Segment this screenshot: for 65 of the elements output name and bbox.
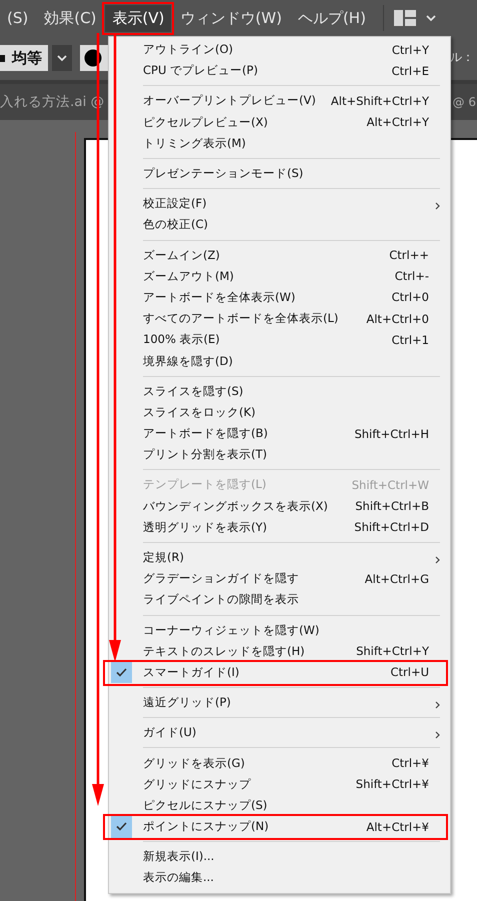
shortcut-label: Alt+Ctrl+¥ xyxy=(366,820,429,834)
menu-item[interactable]: スライスを隠す(S) xyxy=(143,384,429,399)
shortcut-label: Ctrl+¥ xyxy=(392,756,429,770)
menu-item[interactable]: ガイド(U) xyxy=(143,725,429,740)
menu-item[interactable]: グリッドを表示(G) xyxy=(143,756,392,771)
menu-item[interactable]: 校正設定(F) xyxy=(143,196,429,212)
shortcut-label: Ctrl++ xyxy=(389,248,429,262)
menu-item[interactable]: グリッドにスナップ xyxy=(143,776,356,792)
shortcut-label: Ctrl+- xyxy=(394,269,429,284)
menu-title[interactable]: ヘルプ(H) xyxy=(290,4,373,32)
menu-item[interactable]: 境界線を隠す(D) xyxy=(143,354,429,369)
menu-title[interactable]: 効果(C) xyxy=(37,4,104,32)
control-label: ル： xyxy=(450,49,474,66)
menu-item[interactable]: 定規(R) xyxy=(143,550,429,566)
menu-item[interactable]: ポイントにスナップ(N) xyxy=(143,819,366,834)
shortcut-label: Alt+Shift+Ctrl+Y xyxy=(330,94,429,108)
menu-title[interactable]: 表示(V) xyxy=(105,4,172,32)
shortcut-label: Alt+Ctrl+Y xyxy=(366,115,429,130)
menu-item[interactable]: 100% 表示(E) xyxy=(143,332,392,348)
menu-item[interactable]: アートボードを隠す(B) xyxy=(143,426,354,442)
menu-item[interactable]: ズームイン(Z) xyxy=(143,248,390,263)
menu-item[interactable]: 遠近グリッド(P) xyxy=(143,695,429,710)
menu-item[interactable]: 新規表示(I)... xyxy=(143,849,429,864)
menu-item[interactable]: プレゼンテーションモード(S) xyxy=(143,166,429,182)
shortcut-label: Shift+Ctrl+B xyxy=(355,499,429,514)
menu-item[interactable]: スマートガイド(I) xyxy=(143,664,390,680)
menu-item[interactable]: すべてのアートボードを全体表示(L) xyxy=(143,311,366,326)
menu-item[interactable]: トリミング表示(M) xyxy=(143,136,429,151)
menu-item[interactable]: テキストのスレッドを隠す(H) xyxy=(143,644,356,659)
shortcut-label: Shift+Ctrl+W xyxy=(352,478,429,492)
menu-item[interactable]: プリント分割を表示(T) xyxy=(143,447,429,462)
menu-item[interactable]: バウンディングボックスを表示(X) xyxy=(143,498,356,514)
document-tab[interactable]: @ 6 xyxy=(452,95,476,109)
shortcut-label: Shift+Ctrl+D xyxy=(354,520,429,534)
shortcut-label: Shift+Ctrl+Y xyxy=(356,644,429,658)
shortcut-label: Ctrl+E xyxy=(392,64,429,78)
menu-item[interactable]: 表示の編集... xyxy=(143,870,429,886)
chevron-down-icon[interactable] xyxy=(57,54,67,62)
menu-item[interactable]: グラデーションガイドを隠す xyxy=(143,571,365,586)
shortcut-label: Shift+Ctrl+H xyxy=(354,426,429,441)
menu-item[interactable]: ライブペイントの隙間を表示 xyxy=(143,592,429,608)
menu-item[interactable]: ズームアウト(M) xyxy=(143,268,395,284)
shortcut-label: Alt+Ctrl+G xyxy=(364,572,429,586)
shortcut-label: Ctrl+Y xyxy=(392,42,429,57)
menu-item[interactable]: 透明グリッドを表示(Y) xyxy=(143,520,354,535)
menu-item[interactable]: アートボードを全体表示(W) xyxy=(143,290,392,305)
menu-item[interactable]: ピクセルプレビュー(X) xyxy=(143,114,367,130)
shortcut-label: Ctrl+0 xyxy=(392,290,429,304)
menu-item[interactable]: 色の校正(C) xyxy=(143,217,429,232)
menu-item[interactable]: オーバープリントプレビュー(V) xyxy=(143,93,331,108)
shortcut-label: Alt+Ctrl+0 xyxy=(366,312,429,326)
chevron-down-icon[interactable] xyxy=(426,14,436,22)
menu-item[interactable]: ピクセルにスナップ(S) xyxy=(143,798,429,813)
menu-title[interactable]: ウィンドウ(W) xyxy=(173,4,289,32)
brush-dot-icon xyxy=(84,49,102,67)
workspace-layout-icon[interactable] xyxy=(394,10,416,26)
menu-item[interactable]: CPU でプレビュー(P) xyxy=(143,63,392,78)
shortcut-label: Ctrl+1 xyxy=(392,332,429,347)
menu-item[interactable]: スライスをロック(K) xyxy=(143,404,429,420)
menu-item[interactable]: アウトライン(O) xyxy=(143,42,392,58)
stroke-profile-dropdown[interactable]: 均等 xyxy=(0,45,48,71)
shortcut-label: Shift+Ctrl+¥ xyxy=(356,777,429,792)
shortcut-label: Ctrl+U xyxy=(390,665,429,680)
menu-title[interactable]: (S) xyxy=(0,5,36,31)
menu-item[interactable]: コーナーウィジェットを隠す(W) xyxy=(143,622,429,638)
